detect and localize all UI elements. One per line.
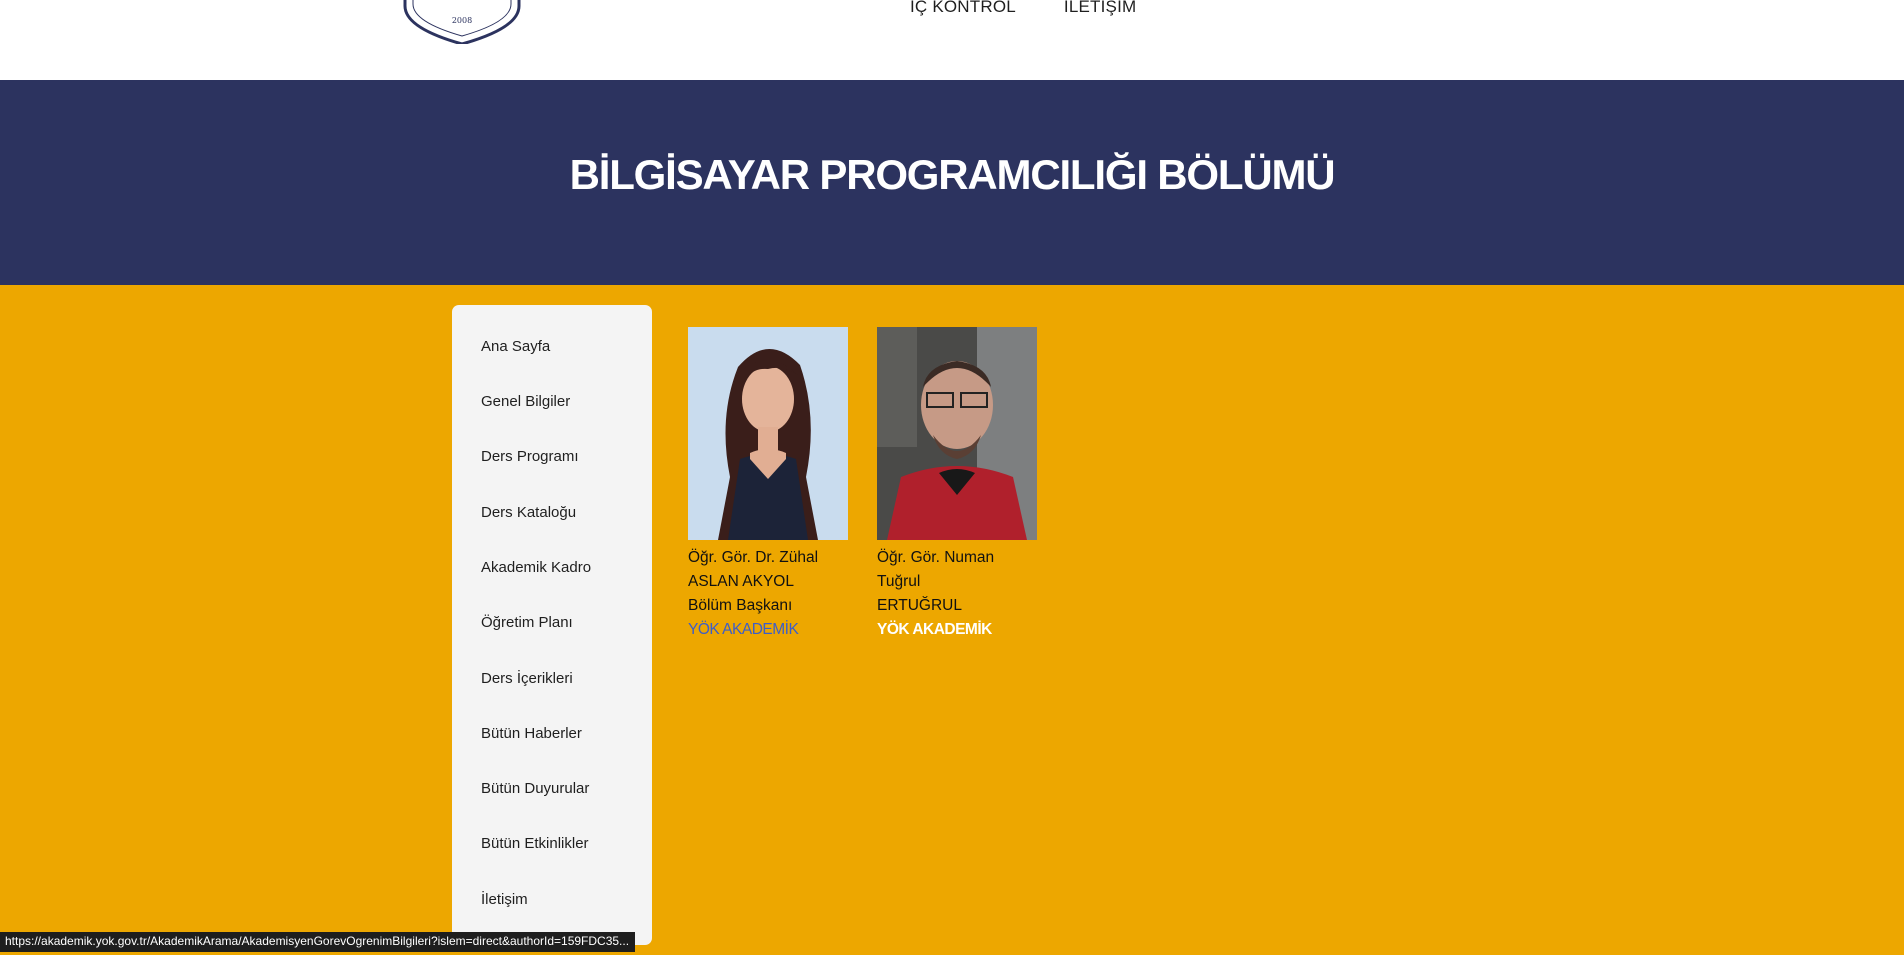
sidebar-item-ders-katalogu[interactable]: Ders Kataloğu [481,504,576,521]
page-title: BİLGİSAYAR PROGRAMCILIĞI BÖLÜMÜ [569,150,1336,198]
sidebar-item-butun-haberler[interactable]: Bütün Haberler [481,725,582,742]
top-navigation: İÇ KONTROL İLETİŞİM [910,0,1136,17]
sidebar-item-iletisim[interactable]: İletişim [481,891,528,908]
sidebar-item-genel-bilgiler[interactable]: Genel Bilgiler [481,393,570,410]
svg-text:2008: 2008 [452,16,472,25]
sidebar-item-butun-etkinlikler[interactable]: Bütün Etkinlikler [481,835,589,852]
staff-role: Bölüm Başkanı [688,597,793,614]
browser-status-url: https://akademik.yok.gov.tr/AkademikAram… [0,932,636,952]
nav-iletisim[interactable]: İLETİŞİM [1064,0,1136,17]
nav-ic-kontrol[interactable]: İÇ KONTROL [910,0,1016,17]
staff-photo [688,327,848,540]
staff-card: Öğr. Gör. Dr. Zühal ASLAN AKYOL Bölüm Ba… [688,327,850,642]
sidebar-menu: Ana Sayfa Genel Bilgiler Ders Programı D… [452,305,652,945]
main-content: Ana Sayfa Genel Bilgiler Ders Programı D… [0,285,1904,955]
site-header: 2008 İÇ KONTROL İLETİŞİM [0,0,1904,80]
university-logo[interactable]: 2008 [403,0,521,46]
staff-name: Öğr. Gör. Dr. Zühal ASLAN AKYOL [688,549,819,590]
sidebar-item-akademik-kadro[interactable]: Akademik Kadro [481,559,591,576]
sidebar-item-ders-programi[interactable]: Ders Programı [481,448,579,465]
sidebar-item-butun-duyurular[interactable]: Bütün Duyurular [481,780,589,797]
yok-akademik-link[interactable]: YÖK AKADEMİK [877,618,992,642]
staff-card: Öğr. Gör. Numan Tuğrul ERTUĞRUL YÖK AKAD… [877,327,1039,642]
staff-name: Öğr. Gör. Numan Tuğrul ERTUĞRUL [877,549,995,614]
yok-akademik-link[interactable]: YÖK AKADEMİK [688,618,799,642]
staff-photo [877,327,1037,540]
sidebar-item-ana-sayfa[interactable]: Ana Sayfa [481,338,550,355]
page-hero: BİLGİSAYAR PROGRAMCILIĞI BÖLÜMÜ [0,80,1904,285]
sidebar-item-ders-icerikleri[interactable]: Ders İçerikleri [481,670,573,687]
sidebar-item-ogretim-plani[interactable]: Öğretim Planı [481,614,573,631]
